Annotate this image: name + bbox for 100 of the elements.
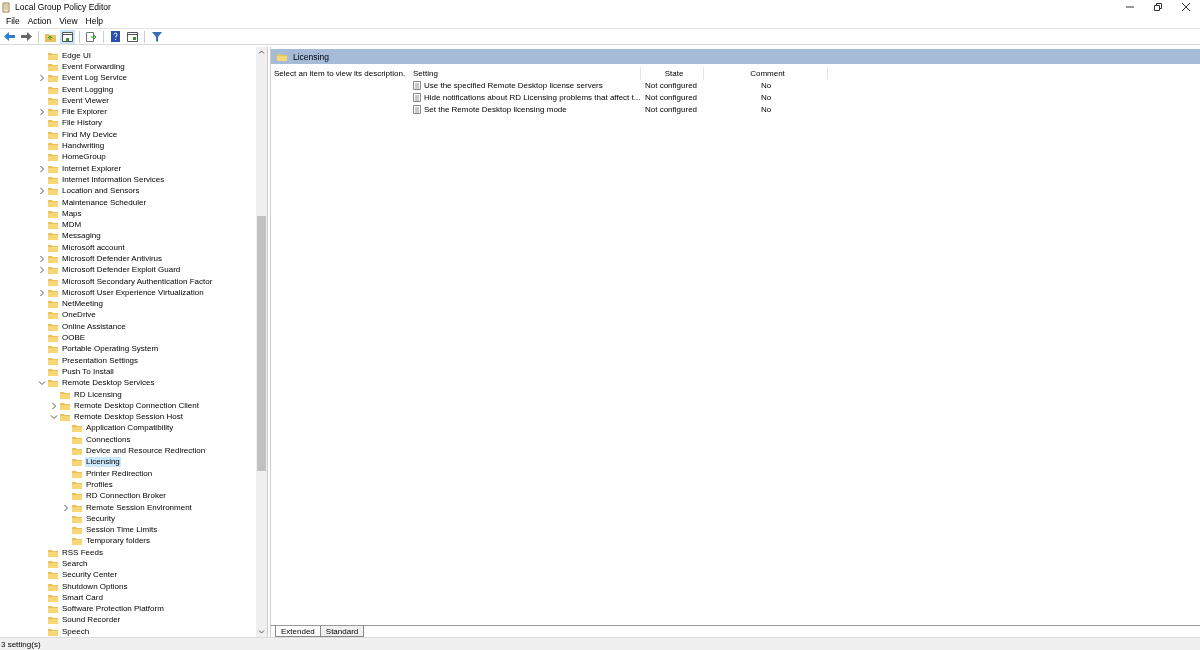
restore-icon[interactable] (1154, 3, 1162, 11)
show-hide-tree-button[interactable] (60, 29, 75, 44)
tree-item[interactable]: Sound Recorder (61, 615, 122, 626)
tree-item[interactable]: Microsoft User Experience Virtualization (61, 287, 205, 298)
tree-item[interactable]: Remote Desktop Session Host (73, 412, 184, 423)
tree-item[interactable]: Device and Resource Redirection (85, 446, 207, 457)
close-icon[interactable] (1182, 3, 1190, 11)
forward-button[interactable] (19, 29, 34, 44)
folder-icon (48, 62, 58, 71)
tree-item[interactable]: Profiles (85, 479, 114, 490)
tree-item[interactable]: Printer Redirection (85, 468, 154, 479)
tree-item[interactable]: HomeGroup (61, 152, 107, 163)
tree-item[interactable]: Internet Information Services (61, 174, 166, 185)
column-header[interactable]: Comment (704, 67, 828, 80)
tree-item[interactable]: Software Protection Platform (61, 604, 165, 615)
tree-item[interactable]: Portable Operating System (61, 344, 160, 355)
folder-icon (48, 209, 58, 218)
tree-item[interactable]: File History (61, 118, 103, 129)
chevron-right-icon[interactable] (38, 108, 46, 117)
folder-icon (48, 187, 58, 196)
chevron-right-icon[interactable] (50, 401, 58, 410)
tree-item[interactable]: RD Licensing (73, 389, 123, 400)
menu-item[interactable]: File (2, 14, 24, 28)
tree-item[interactable]: Online Assistance (61, 321, 127, 332)
help-button[interactable] (108, 29, 123, 44)
filter-icon[interactable] (149, 29, 164, 44)
folder-icon (72, 447, 82, 456)
tree-item[interactable]: OOBE (61, 333, 87, 344)
table-cell: No (760, 93, 772, 103)
tree-item[interactable]: Microsoft Defender Exploit Guard (61, 265, 182, 276)
tree-item[interactable]: OneDrive (61, 310, 97, 321)
tree-item[interactable]: Remote Desktop Services (61, 378, 156, 389)
tree-item[interactable]: Push To Install (61, 366, 115, 377)
chevron-right-icon[interactable] (38, 255, 46, 263)
menu-item[interactable]: Action (23, 14, 56, 28)
tree-item[interactable]: Connections (85, 434, 132, 445)
column-header[interactable]: State (641, 67, 704, 80)
chevron-right-icon[interactable] (62, 503, 70, 512)
scrollbar[interactable] (256, 47, 267, 637)
tree-item[interactable]: Security Center (61, 570, 119, 581)
tree-item[interactable]: Application Compatibility (85, 423, 175, 434)
tree-item[interactable]: Licensing (85, 457, 121, 468)
status-text: 3 setting(s) (1, 639, 41, 649)
tree-item[interactable]: Remote Session Environment (85, 502, 193, 513)
folder-icon (48, 175, 58, 184)
tree-item[interactable]: Shutdown Options (61, 581, 129, 592)
tree-item[interactable]: Microsoft Secondary Authentication Factor (61, 276, 214, 287)
chevron-right-icon[interactable] (38, 164, 46, 173)
tree-item[interactable]: Speech (61, 626, 91, 637)
tree-item[interactable]: Maintenance Scheduler (61, 197, 148, 208)
tree-item[interactable]: Location and Sensors (61, 186, 141, 197)
app-icon (2, 1, 11, 13)
chevron-right-icon[interactable] (38, 266, 46, 275)
tree-item[interactable]: MDM (61, 220, 83, 231)
tree-item[interactable]: Security (85, 513, 116, 524)
tree-item[interactable]: Maps (61, 208, 83, 219)
menu-item[interactable]: View (55, 14, 82, 28)
folder-icon (48, 119, 58, 128)
tree-item[interactable]: Find My Device (61, 129, 119, 140)
tree-item[interactable]: NetMeeting (61, 299, 104, 310)
tree-item[interactable]: RD Connection Broker (85, 491, 168, 502)
table-cell: No (760, 81, 772, 91)
chevron-right-icon[interactable] (38, 288, 46, 297)
chevron-down-icon[interactable] (50, 413, 58, 422)
tree-item[interactable]: Session Time Limits (85, 525, 159, 536)
tree-item[interactable]: Microsoft account (61, 242, 126, 253)
tree-item[interactable]: Event Logging (61, 84, 115, 95)
tree-item[interactable]: Smart Card (61, 592, 104, 603)
tree-item[interactable]: File Explorer (61, 107, 108, 118)
tree-item[interactable]: Messaging (61, 231, 102, 242)
minimize-icon[interactable] (1126, 3, 1134, 11)
table-cell: Not configured (645, 93, 698, 103)
folder-icon (48, 51, 58, 60)
tree-item[interactable]: Event Viewer (61, 95, 110, 106)
folder-icon (48, 255, 58, 263)
chevron-right-icon[interactable] (38, 74, 46, 83)
tree-item[interactable]: Internet Explorer (61, 163, 123, 174)
chevron-down-icon[interactable] (38, 379, 46, 388)
back-button[interactable] (2, 29, 17, 44)
tree-item[interactable]: Event Log Service (61, 73, 128, 84)
folder-icon (48, 605, 58, 614)
column-header[interactable]: Setting (409, 67, 641, 80)
tree-item[interactable]: Microsoft Defender Antivirus (61, 254, 164, 264)
tree-item[interactable]: Presentation Settings (61, 355, 140, 366)
folder-icon (48, 96, 58, 105)
menu-item[interactable]: Help (81, 14, 108, 28)
properties-view-button[interactable] (125, 29, 140, 44)
tree-item[interactable]: Remote Desktop Connection Client (73, 400, 200, 411)
folder-icon (72, 480, 82, 489)
export-list-button[interactable] (84, 29, 99, 44)
tree-item[interactable]: Search (61, 559, 89, 569)
folder-icon (48, 356, 58, 365)
tree-item[interactable]: Edge UI (61, 50, 92, 61)
folder-icon (48, 311, 58, 320)
tree-item[interactable]: Handwriting (61, 141, 106, 151)
tree-item[interactable]: Event Forwarding (61, 61, 126, 72)
chevron-right-icon[interactable] (38, 187, 46, 196)
tree-item[interactable]: RSS Feeds (61, 547, 104, 558)
tree-item[interactable]: Temporary folders (85, 536, 152, 547)
folder-icon (48, 288, 58, 297)
